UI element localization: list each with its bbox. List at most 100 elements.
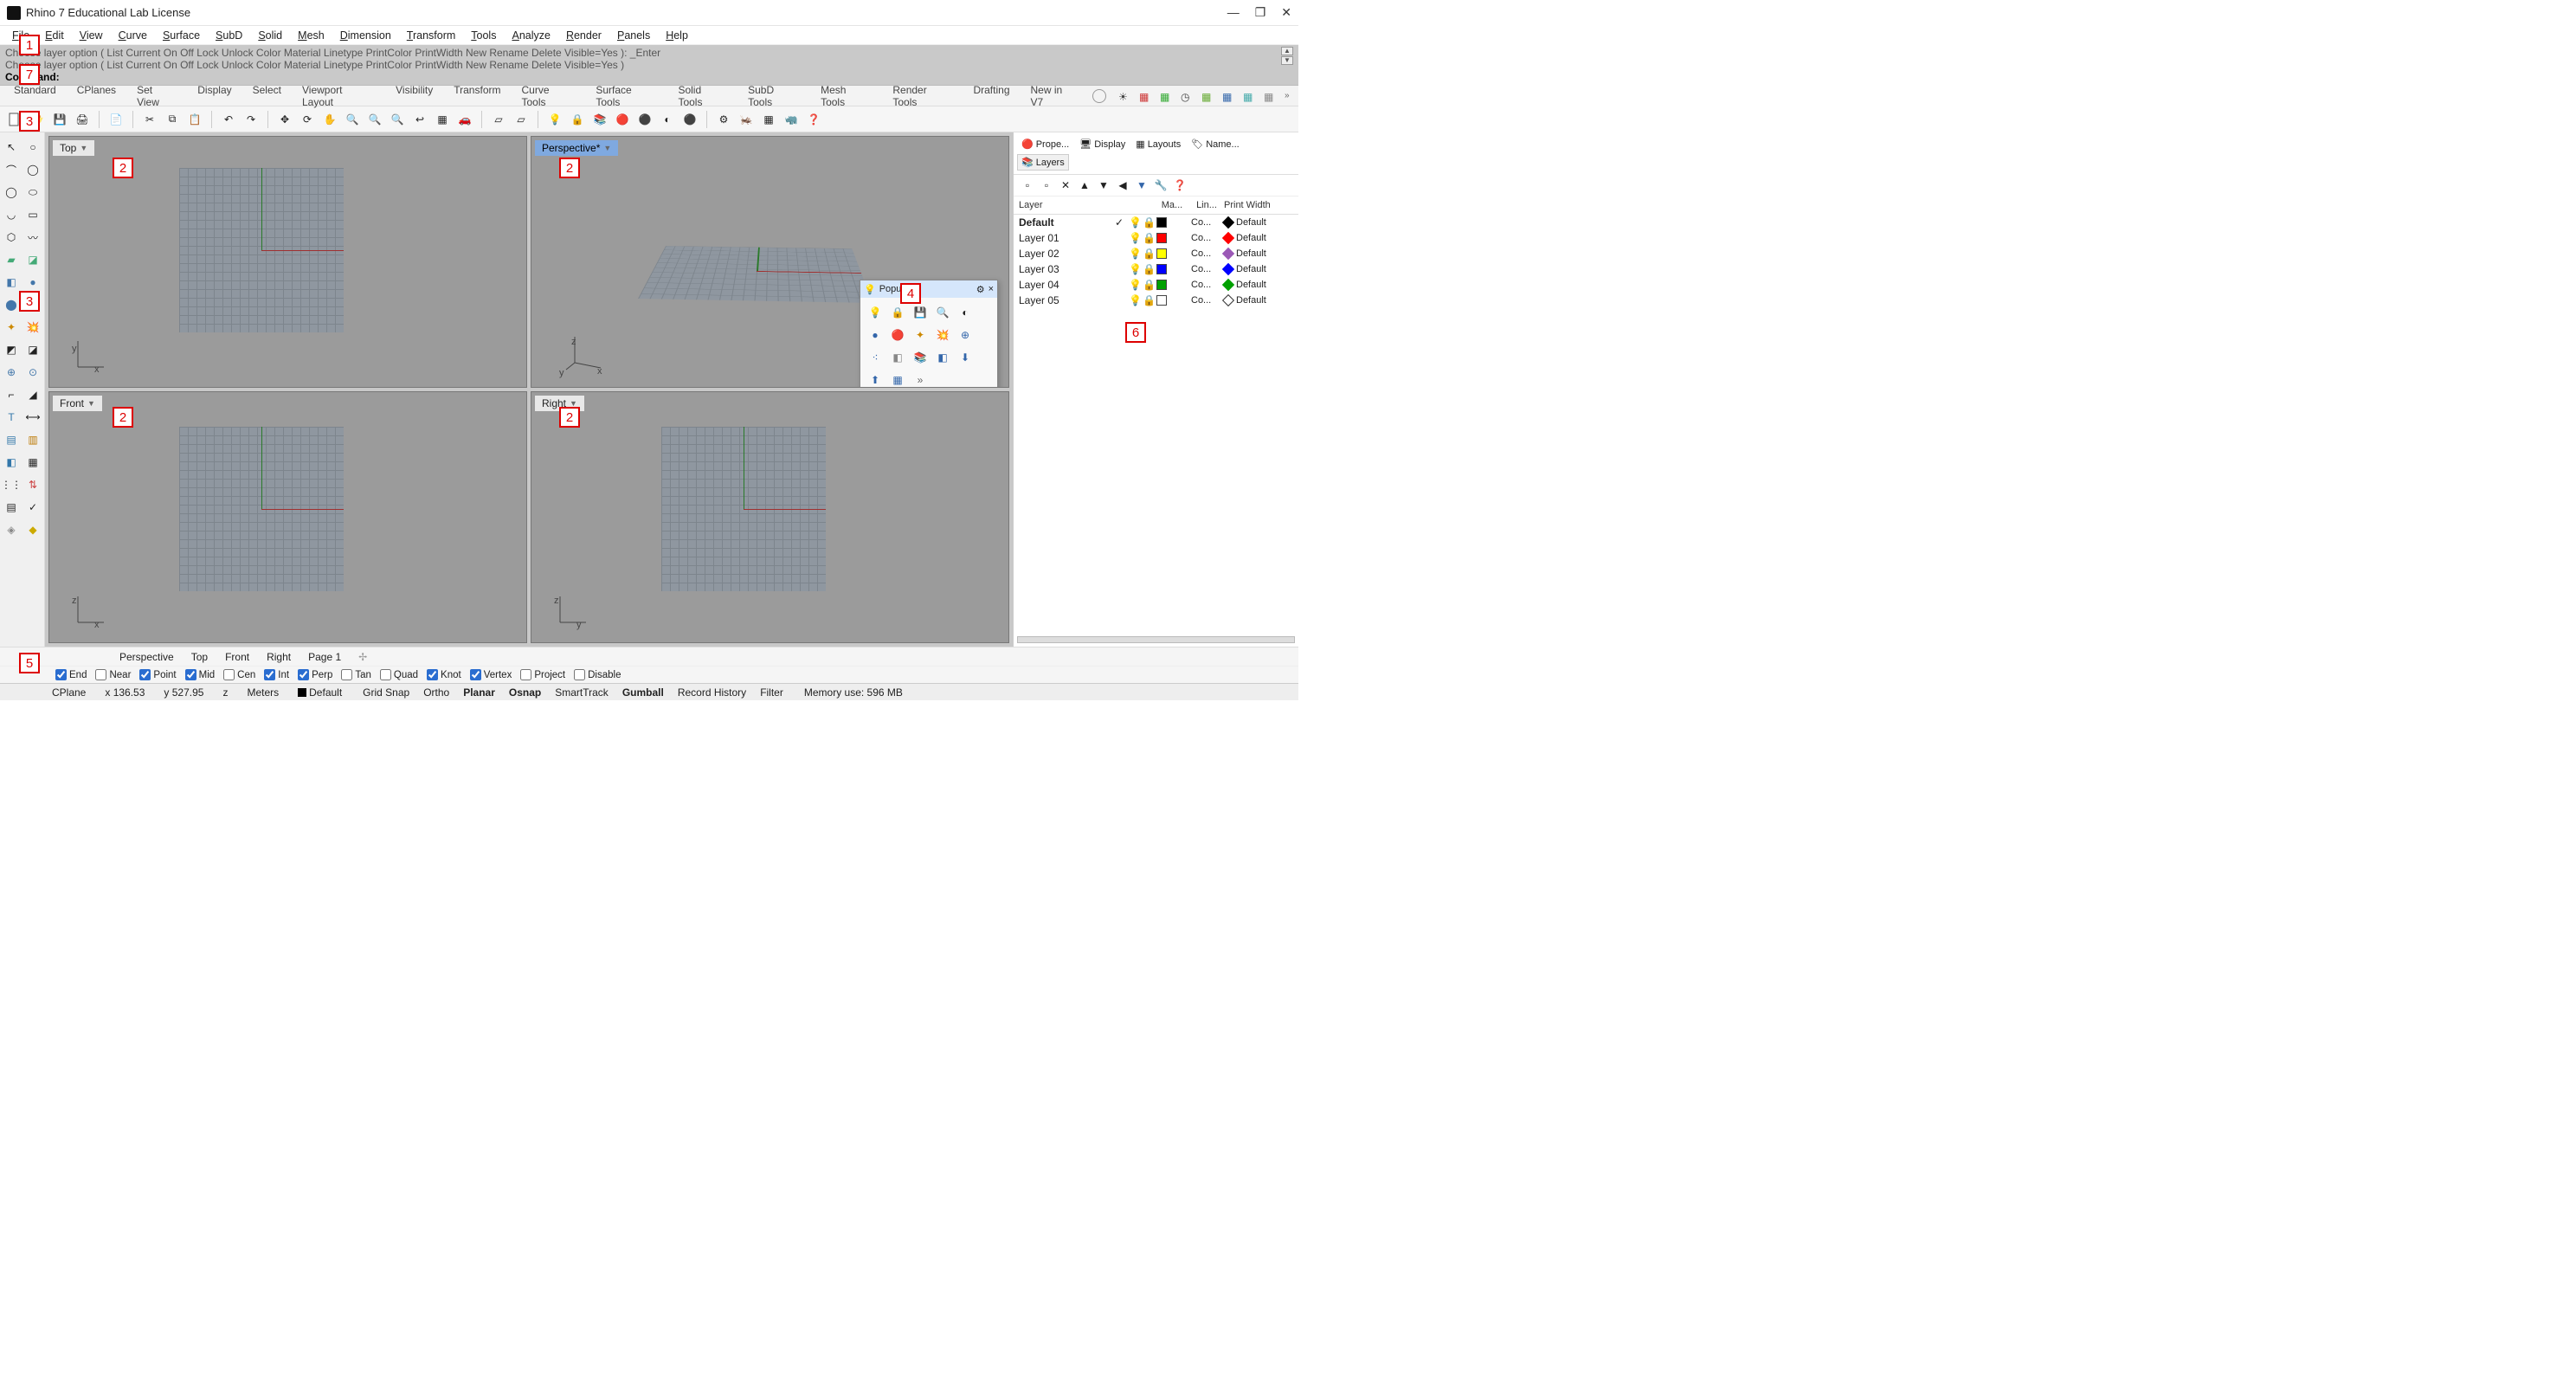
layer-row[interactable]: Layer 03💡🔒Co...Default (1014, 261, 1298, 277)
viewport-right[interactable]: Right▼ zy (531, 391, 1009, 643)
popup-zoom-icon[interactable]: 🔍 (933, 303, 952, 322)
layer-visible-icon[interactable]: 💡 (1129, 248, 1139, 260)
layer-color-swatch[interactable] (1156, 217, 1167, 228)
clock-icon[interactable]: ◷ (1172, 88, 1189, 104)
layer-printwidth[interactable]: Default (1224, 217, 1293, 228)
layer-name[interactable]: Layer 03 (1019, 263, 1110, 275)
ellipse-icon[interactable]: ⬭ (23, 183, 42, 202)
zoom-extents-icon[interactable]: 🔍 (365, 110, 384, 129)
col-printwidth[interactable]: Print Width (1224, 200, 1293, 210)
layer-visible-icon[interactable]: 💡 (1129, 294, 1139, 306)
layer-name[interactable]: Default (1019, 216, 1110, 229)
status-toggle-osnap[interactable]: Osnap (504, 686, 546, 699)
layer-lock-icon[interactable]: 🔒 (1143, 216, 1153, 229)
layer-visible-icon[interactable]: 💡 (1129, 216, 1139, 229)
osnap-project[interactable]: Project (520, 669, 565, 680)
cut-icon[interactable]: ✂ (140, 110, 159, 129)
layer-row[interactable]: Layer 02💡🔒Co...Default (1014, 246, 1298, 261)
curve-icon[interactable]: ◯ (23, 160, 42, 179)
status-layer[interactable]: Default (294, 686, 345, 699)
panel-tab-layouts[interactable]: ▦Layouts (1131, 136, 1185, 152)
status-toggle-gumball[interactable]: Gumball (617, 686, 669, 699)
layer-color-swatch[interactable] (1156, 248, 1167, 259)
popup-lock-icon[interactable]: 🔒 (888, 303, 907, 322)
circle-icon[interactable]: ◯ (2, 183, 21, 202)
command-scroll-spinner[interactable]: ▲▼ (1281, 47, 1293, 65)
menu-analyze[interactable]: Analyze (505, 28, 557, 43)
popup-group-icon[interactable]: ⊕ (956, 325, 975, 345)
chamfer-icon[interactable]: ◢ (23, 385, 42, 404)
osnap-int[interactable]: Int (264, 669, 289, 680)
help-icon[interactable]: ❓ (804, 110, 823, 129)
menu-subd[interactable]: SubD (209, 28, 249, 43)
group-icon[interactable]: ⊙ (23, 363, 42, 382)
layer-state-icon[interactable]: ▤ (2, 498, 21, 517)
layer-name[interactable]: Layer 05 (1019, 294, 1110, 306)
extrude-icon[interactable]: ◪ (23, 250, 42, 269)
split-icon[interactable]: ◪ (23, 340, 42, 359)
menu-panels[interactable]: Panels (610, 28, 657, 43)
rotate-icon[interactable]: ⟳ (298, 110, 317, 129)
osnap-quad[interactable]: Quad (380, 669, 418, 680)
popup-import-icon[interactable]: ⬇ (956, 348, 975, 367)
layer-linetype[interactable]: Co... (1191, 217, 1220, 228)
sphere-icon[interactable]: ● (23, 273, 42, 292)
popup-explode-icon[interactable]: 💥 (933, 325, 952, 345)
panel-icon[interactable]: ▦ (1130, 88, 1148, 104)
rhino-options-icon[interactable]: 🦏 (782, 110, 801, 129)
layer-row[interactable]: Default✓💡🔒Co...Default (1014, 215, 1298, 230)
block-icon[interactable]: ◧ (2, 453, 21, 472)
layer-printwidth[interactable]: Default (1224, 248, 1293, 259)
maximize-button[interactable]: ❐ (1255, 5, 1266, 20)
trim-icon[interactable]: ◩ (2, 340, 21, 359)
menu-dimension[interactable]: Dimension (333, 28, 398, 43)
paste-icon[interactable]: 📋 (185, 110, 204, 129)
panel-scrollbar[interactable] (1017, 636, 1295, 643)
mesh-icon[interactable]: ◈ (2, 520, 21, 539)
overflow-icon[interactable]: » (1276, 88, 1293, 104)
print-icon[interactable]: 🖨 (73, 110, 92, 129)
viewport-label-front[interactable]: Front▼ (53, 396, 102, 411)
popup-dots-icon[interactable]: ⁖ (866, 348, 885, 367)
layer-visible-icon[interactable]: 💡 (1129, 263, 1139, 275)
new-sublayer-icon[interactable]: ▫ (1040, 178, 1053, 192)
freeform-icon[interactable]: 〰 (23, 228, 42, 247)
layer-printwidth[interactable]: Default (1224, 280, 1293, 290)
viewtab-page-1[interactable]: Page 1 (301, 649, 348, 665)
popup-export-icon[interactable]: ⬆ (866, 370, 885, 388)
viewport-perspective[interactable]: Perspective*▼ zxy 💡 Popup ⚙ × 💡 🔒 💾 🔍 ◐ … (531, 136, 1009, 388)
popup-close-icon[interactable]: × (989, 284, 994, 294)
check-icon[interactable]: ✓ (23, 498, 42, 517)
grasshopper-icon[interactable]: 🦗 (737, 110, 756, 129)
minimize-button[interactable]: — (1227, 5, 1240, 20)
dim-icon[interactable]: ⟷ (23, 408, 42, 427)
layer-printwidth[interactable]: Default (1224, 233, 1293, 243)
undo-icon[interactable]: ↶ (219, 110, 238, 129)
menu-curve[interactable]: Curve (112, 28, 154, 43)
layer-linetype[interactable]: Co... (1191, 248, 1220, 259)
delete-layer-icon[interactable]: ✕ (1059, 178, 1072, 192)
panel-icon[interactable]: ▦ (1151, 88, 1169, 104)
col-material[interactable]: Ma... (1155, 200, 1189, 210)
panel-icon[interactable]: ▦ (1214, 88, 1231, 104)
redo-icon[interactable]: ↷ (242, 110, 261, 129)
layer-row[interactable]: Layer 04💡🔒Co...Default (1014, 277, 1298, 293)
layer-color-swatch[interactable] (1156, 264, 1167, 274)
panel-tab-layers[interactable]: 📚Layers (1017, 154, 1069, 171)
pointer-icon[interactable]: ↖ (2, 138, 21, 157)
popup-texture-icon[interactable]: ▦ (888, 370, 907, 388)
join-icon[interactable]: ⊕ (2, 363, 21, 382)
layer-tools-icon[interactable]: 🔧 (1154, 178, 1168, 192)
hatch-icon[interactable]: ▦ (23, 453, 42, 472)
document-properties-icon[interactable]: 📄 (106, 110, 126, 129)
viewport-label-perspective[interactable]: Perspective*▼ (535, 140, 618, 156)
popup-save-icon[interactable]: 💾 (911, 303, 930, 322)
popup-overflow-icon[interactable]: » (911, 370, 930, 388)
status-cplane[interactable]: CPlane (48, 686, 89, 699)
menu-tools[interactable]: Tools (464, 28, 503, 43)
status-toggle-filter[interactable]: Filter (755, 686, 789, 699)
menu-transform[interactable]: Transform (400, 28, 463, 43)
osnap-disable[interactable]: Disable (574, 669, 621, 680)
osnap-near[interactable]: Near (95, 669, 131, 680)
options-icon[interactable]: ⚙ (714, 110, 733, 129)
